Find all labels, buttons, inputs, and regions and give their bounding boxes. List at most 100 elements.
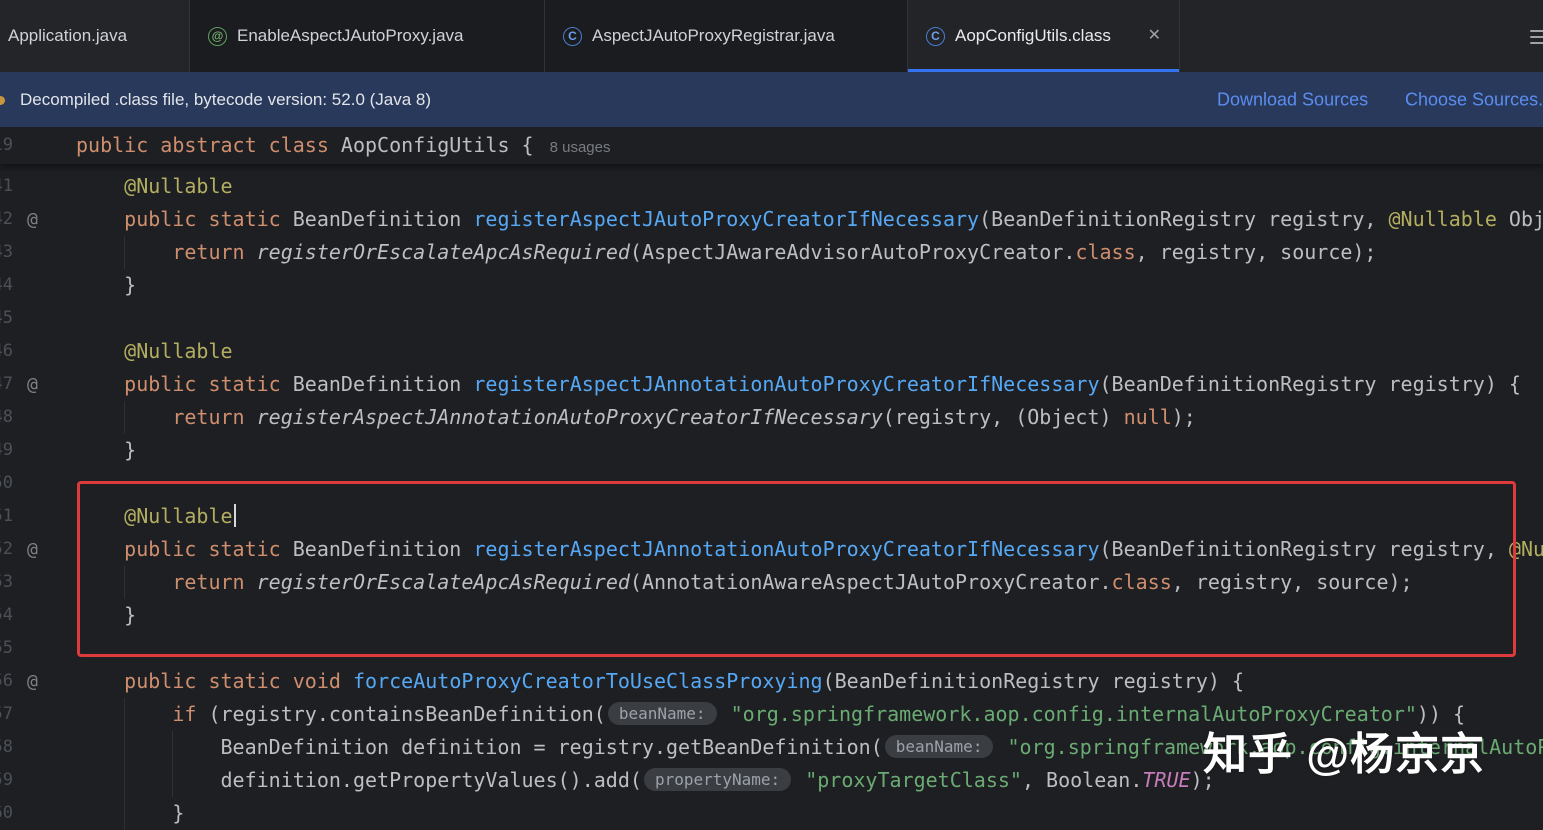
class-file-icon: C: [926, 27, 945, 46]
code-token: (registry.containsBeanDefinition(: [196, 702, 605, 726]
code-line[interactable]: 44 }: [0, 269, 1543, 302]
code-text[interactable]: }: [76, 599, 136, 632]
code-line[interactable]: 46 @Nullable: [0, 335, 1543, 368]
line-number[interactable]: 43: [0, 236, 13, 269]
line-number[interactable]: 19: [0, 127, 13, 164]
code-token: [281, 669, 293, 693]
line-number[interactable]: 44: [0, 269, 13, 302]
main-menu-icon[interactable]: [1530, 26, 1543, 48]
line-number[interactable]: 57: [0, 698, 13, 731]
code-text[interactable]: definition.getPropertyValues().add(prope…: [76, 764, 1215, 797]
code-line[interactable]: 52@ public static BeanDefinition registe…: [0, 533, 1543, 566]
code-line[interactable]: 54 }: [0, 599, 1543, 632]
line-number[interactable]: 54: [0, 599, 13, 632]
class-file-icon: C: [563, 27, 582, 46]
code-token: definition.getPropertyValues().add(: [76, 768, 642, 792]
code-text[interactable]: return registerOrEscalateApcAsRequired(A…: [76, 236, 1376, 269]
code-token: "proxyTargetClass": [805, 768, 1022, 792]
line-number[interactable]: 46: [0, 335, 13, 368]
code-line[interactable]: 42@ public static BeanDefinition registe…: [0, 203, 1543, 236]
code-line[interactable]: 45: [0, 302, 1543, 335]
code-text[interactable]: return registerAspectJAnnotationAutoProx…: [76, 401, 1196, 434]
line-number[interactable]: 53: [0, 566, 13, 599]
code-text[interactable]: @Nullable: [76, 500, 236, 533]
code-token: [76, 207, 124, 231]
line-number[interactable]: 56: [0, 665, 13, 698]
code-token: [76, 174, 124, 198]
parameter-hint: beanName:: [608, 702, 717, 725]
line-number[interactable]: 47: [0, 368, 13, 401]
code-token: @Nullable: [124, 339, 232, 363]
code-token: TRUE: [1142, 768, 1190, 792]
code-token: BeanDefinition definition = registry.get…: [76, 735, 883, 759]
line-number[interactable]: 50: [0, 467, 13, 500]
code-line[interactable]: 50: [0, 467, 1543, 500]
tab-aopconfigutils-class-active[interactable]: C AopConfigUtils.class ✕: [908, 0, 1180, 72]
code-token: , registry, source);: [1136, 240, 1377, 264]
code-token: [196, 372, 208, 396]
decompiler-notification-banner: Decompiled .class file, bytecode version…: [0, 72, 1543, 127]
code-token: class: [1112, 570, 1172, 594]
code-token: public: [124, 537, 196, 561]
code-text[interactable]: public static BeanDefinition registerAsp…: [76, 203, 1543, 236]
code-token: BeanDefinition: [281, 207, 474, 231]
line-number[interactable]: 42: [0, 203, 13, 236]
line-number[interactable]: 48: [0, 401, 13, 434]
code-text[interactable]: public static BeanDefinition registerAsp…: [76, 368, 1521, 401]
code-line[interactable]: 48 return registerAspectJAnnotationAutoP…: [0, 401, 1543, 434]
code-line[interactable]: 55: [0, 632, 1543, 665]
code-token: registerAspectJAnnotationAutoProxyCreato…: [473, 537, 1099, 561]
code-text[interactable]: @Nullable: [76, 335, 233, 368]
code-line[interactable]: 53 return registerOrEscalateApcAsRequire…: [0, 566, 1543, 599]
code-line[interactable]: 51 @Nullable: [0, 500, 1543, 533]
code-token: [245, 405, 257, 429]
line-number[interactable]: 55: [0, 632, 13, 665]
code-token: (BeanDefinitionRegistry registry,: [979, 207, 1388, 231]
code-text[interactable]: }: [76, 434, 136, 467]
code-text[interactable]: public static BeanDefinition registerAsp…: [76, 533, 1543, 566]
tab-enableaspectjautoproxy-java[interactable]: @ EnableAspectJAutoProxy.java: [190, 0, 545, 72]
code-text[interactable]: return registerOrEscalateApcAsRequired(A…: [76, 566, 1413, 599]
code-line[interactable]: 43 return registerOrEscalateApcAsRequire…: [0, 236, 1543, 269]
code-token: [196, 669, 208, 693]
line-number[interactable]: 60: [0, 797, 13, 830]
notification-icon: [0, 96, 5, 105]
code-token: BeanDefinition: [281, 537, 474, 561]
choose-sources-link[interactable]: Choose Sources...: [1405, 89, 1543, 110]
download-sources-link[interactable]: Download Sources: [1217, 89, 1368, 110]
code-token: , registry, source);: [1172, 570, 1413, 594]
line-number[interactable]: 59: [0, 764, 13, 797]
line-number[interactable]: 45: [0, 302, 13, 335]
tab-aspectjautoproxyregistrar-java[interactable]: C AspectJAutoProxyRegistrar.java: [545, 0, 908, 72]
code-text[interactable]: @Nullable: [76, 170, 233, 203]
code-token: Object source) {: [1497, 207, 1543, 231]
code-token: AopConfigUtils {: [329, 133, 534, 157]
code-line[interactable]: 41 @Nullable: [0, 170, 1543, 203]
code-line[interactable]: 60 }: [0, 797, 1543, 830]
code-text[interactable]: public abstract class AopConfigUtils {8 …: [76, 127, 610, 166]
code-text[interactable]: public static void forceAutoProxyCreator…: [76, 665, 1244, 698]
sticky-class-declaration[interactable]: 19 public abstract class AopConfigUtils {…: [0, 127, 1543, 164]
line-number[interactable]: 51: [0, 500, 13, 533]
line-number[interactable]: 58: [0, 731, 13, 764]
parameter-hint: propertyName:: [644, 768, 791, 791]
code-token: [196, 207, 208, 231]
tab-label: Application.java: [8, 26, 127, 46]
line-number[interactable]: 41: [0, 170, 13, 203]
tab-application-java[interactable]: Application.java: [0, 0, 190, 72]
editor-tab-bar: Application.java @ EnableAspectJAutoProx…: [0, 0, 1543, 72]
code-token: registerAspectJAnnotationAutoProxyCreato…: [257, 405, 883, 429]
code-token: public: [124, 207, 196, 231]
line-number[interactable]: 52: [0, 533, 13, 566]
code-token: [995, 735, 1007, 759]
code-line[interactable]: 56@ public static void forceAutoProxyCre…: [0, 665, 1543, 698]
code-text[interactable]: }: [76, 797, 184, 830]
code-token: public: [76, 133, 148, 157]
code-line[interactable]: 47@ public static BeanDefinition registe…: [0, 368, 1543, 401]
code-line[interactable]: 49 }: [0, 434, 1543, 467]
line-number[interactable]: 49: [0, 434, 13, 467]
code-text[interactable]: }: [76, 269, 136, 302]
annotation-file-icon: @: [208, 27, 227, 46]
close-tab-icon[interactable]: ✕: [1148, 28, 1161, 44]
sticky-row: 19 public abstract class AopConfigUtils {…: [0, 127, 1543, 164]
